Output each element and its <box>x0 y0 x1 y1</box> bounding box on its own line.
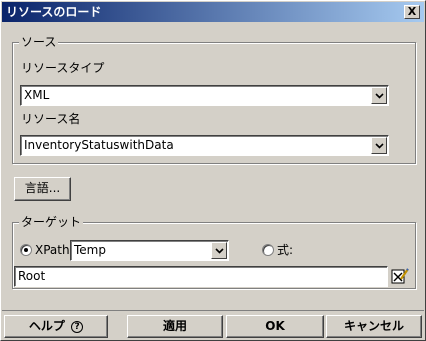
xpath-select[interactable]: Temp <box>70 240 229 261</box>
xpath-radio[interactable] <box>20 244 32 256</box>
apply-button[interactable]: 適用 <box>127 315 223 338</box>
chevron-down-icon <box>215 248 224 254</box>
resource-type-label: リソースタイプ <box>21 61 105 75</box>
ok-button[interactable]: OK <box>226 315 324 338</box>
help-button[interactable]: ヘルプ ? <box>4 315 108 338</box>
resource-type-dropdown-button[interactable] <box>371 87 387 104</box>
language-button[interactable]: 言語... <box>14 177 71 201</box>
load-resource-dialog: リソースのロード X ソース リソースタイプ XML リソース名 Invento… <box>0 0 426 341</box>
chevron-down-icon <box>375 143 384 149</box>
expression-input[interactable]: Root <box>14 266 388 287</box>
cancel-button[interactable]: キャンセル <box>326 315 422 338</box>
expression-radio-label: 式: <box>277 243 294 257</box>
cancel-button-label: キャンセル <box>343 319 404 333</box>
resource-name-label: リソース名 <box>21 112 81 126</box>
apply-button-label: 適用 <box>162 319 187 333</box>
help-button-label: ヘルプ <box>28 319 65 333</box>
source-group-legend: ソース <box>19 35 59 49</box>
expression-value: Root <box>18 269 46 283</box>
edit-expression-icon <box>391 268 409 284</box>
chevron-down-icon <box>375 93 384 99</box>
xpath-radio-label: XPath: <box>35 243 74 257</box>
resource-name-select[interactable]: InventoryStatuswithData <box>20 135 389 156</box>
resource-name-value: InventoryStatuswithData <box>24 138 174 152</box>
resource-name-dropdown-button[interactable] <box>371 137 387 154</box>
expression-radio[interactable] <box>262 244 274 256</box>
radio-selected-dot <box>24 248 28 252</box>
xpath-dropdown-button[interactable] <box>211 242 227 259</box>
xpath-value: Temp <box>74 243 106 257</box>
language-button-label: 言語... <box>24 181 61 195</box>
help-icon: ? <box>71 320 84 333</box>
close-button[interactable]: X <box>404 5 420 19</box>
ok-button-label: OK <box>265 319 285 333</box>
resource-type-value: XML <box>24 88 50 102</box>
close-icon: X <box>407 5 417 18</box>
resource-type-select[interactable]: XML <box>20 85 389 106</box>
target-group-legend: ターゲット <box>19 215 84 229</box>
expression-editor-button[interactable] <box>391 267 409 285</box>
title-bar[interactable]: リソースのロード X <box>2 2 424 22</box>
dialog-title: リソースのロード <box>6 5 102 19</box>
